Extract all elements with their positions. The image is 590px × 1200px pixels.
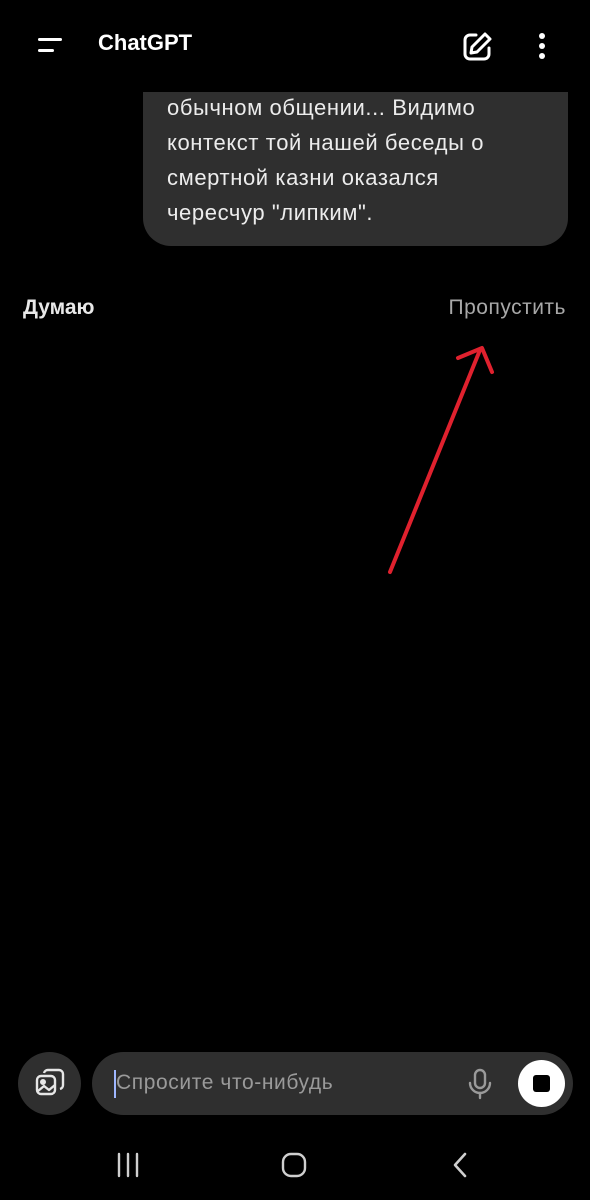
edit-icon (463, 32, 492, 61)
recent-apps-icon[interactable] (113, 1150, 143, 1180)
message-line: обычном общении... Видимо (167, 95, 476, 120)
new-chat-button[interactable] (456, 26, 498, 68)
more-vertical-icon (539, 33, 545, 59)
menu-button[interactable] (30, 28, 70, 64)
voice-input-button[interactable] (464, 1066, 496, 1102)
message-composer (92, 1052, 573, 1115)
thinking-status: Думаю (23, 296, 95, 319)
home-icon[interactable] (279, 1150, 309, 1180)
message-line: контекст той нашей беседы о (167, 130, 485, 155)
image-attach-icon (35, 1068, 64, 1095)
skip-thinking-button[interactable]: Пропустить (449, 296, 567, 320)
menu-icon (38, 38, 62, 52)
app-title: ChatGPT (98, 30, 193, 55)
stop-icon (533, 1075, 550, 1092)
more-options-button[interactable] (524, 26, 560, 68)
attach-image-button[interactable] (18, 1052, 81, 1115)
top-app-bar: ChatGPT (0, 0, 590, 92)
system-navigation-bar (0, 1130, 590, 1200)
back-icon[interactable] (446, 1150, 476, 1180)
annotation-arrow (388, 346, 494, 574)
prompt-input[interactable] (116, 1066, 446, 1100)
message-line: смертной казни оказался (167, 165, 439, 190)
stop-generation-button[interactable] (518, 1060, 565, 1107)
message-line: чересчур "липким". (167, 200, 374, 225)
microphone-icon (468, 1068, 492, 1100)
